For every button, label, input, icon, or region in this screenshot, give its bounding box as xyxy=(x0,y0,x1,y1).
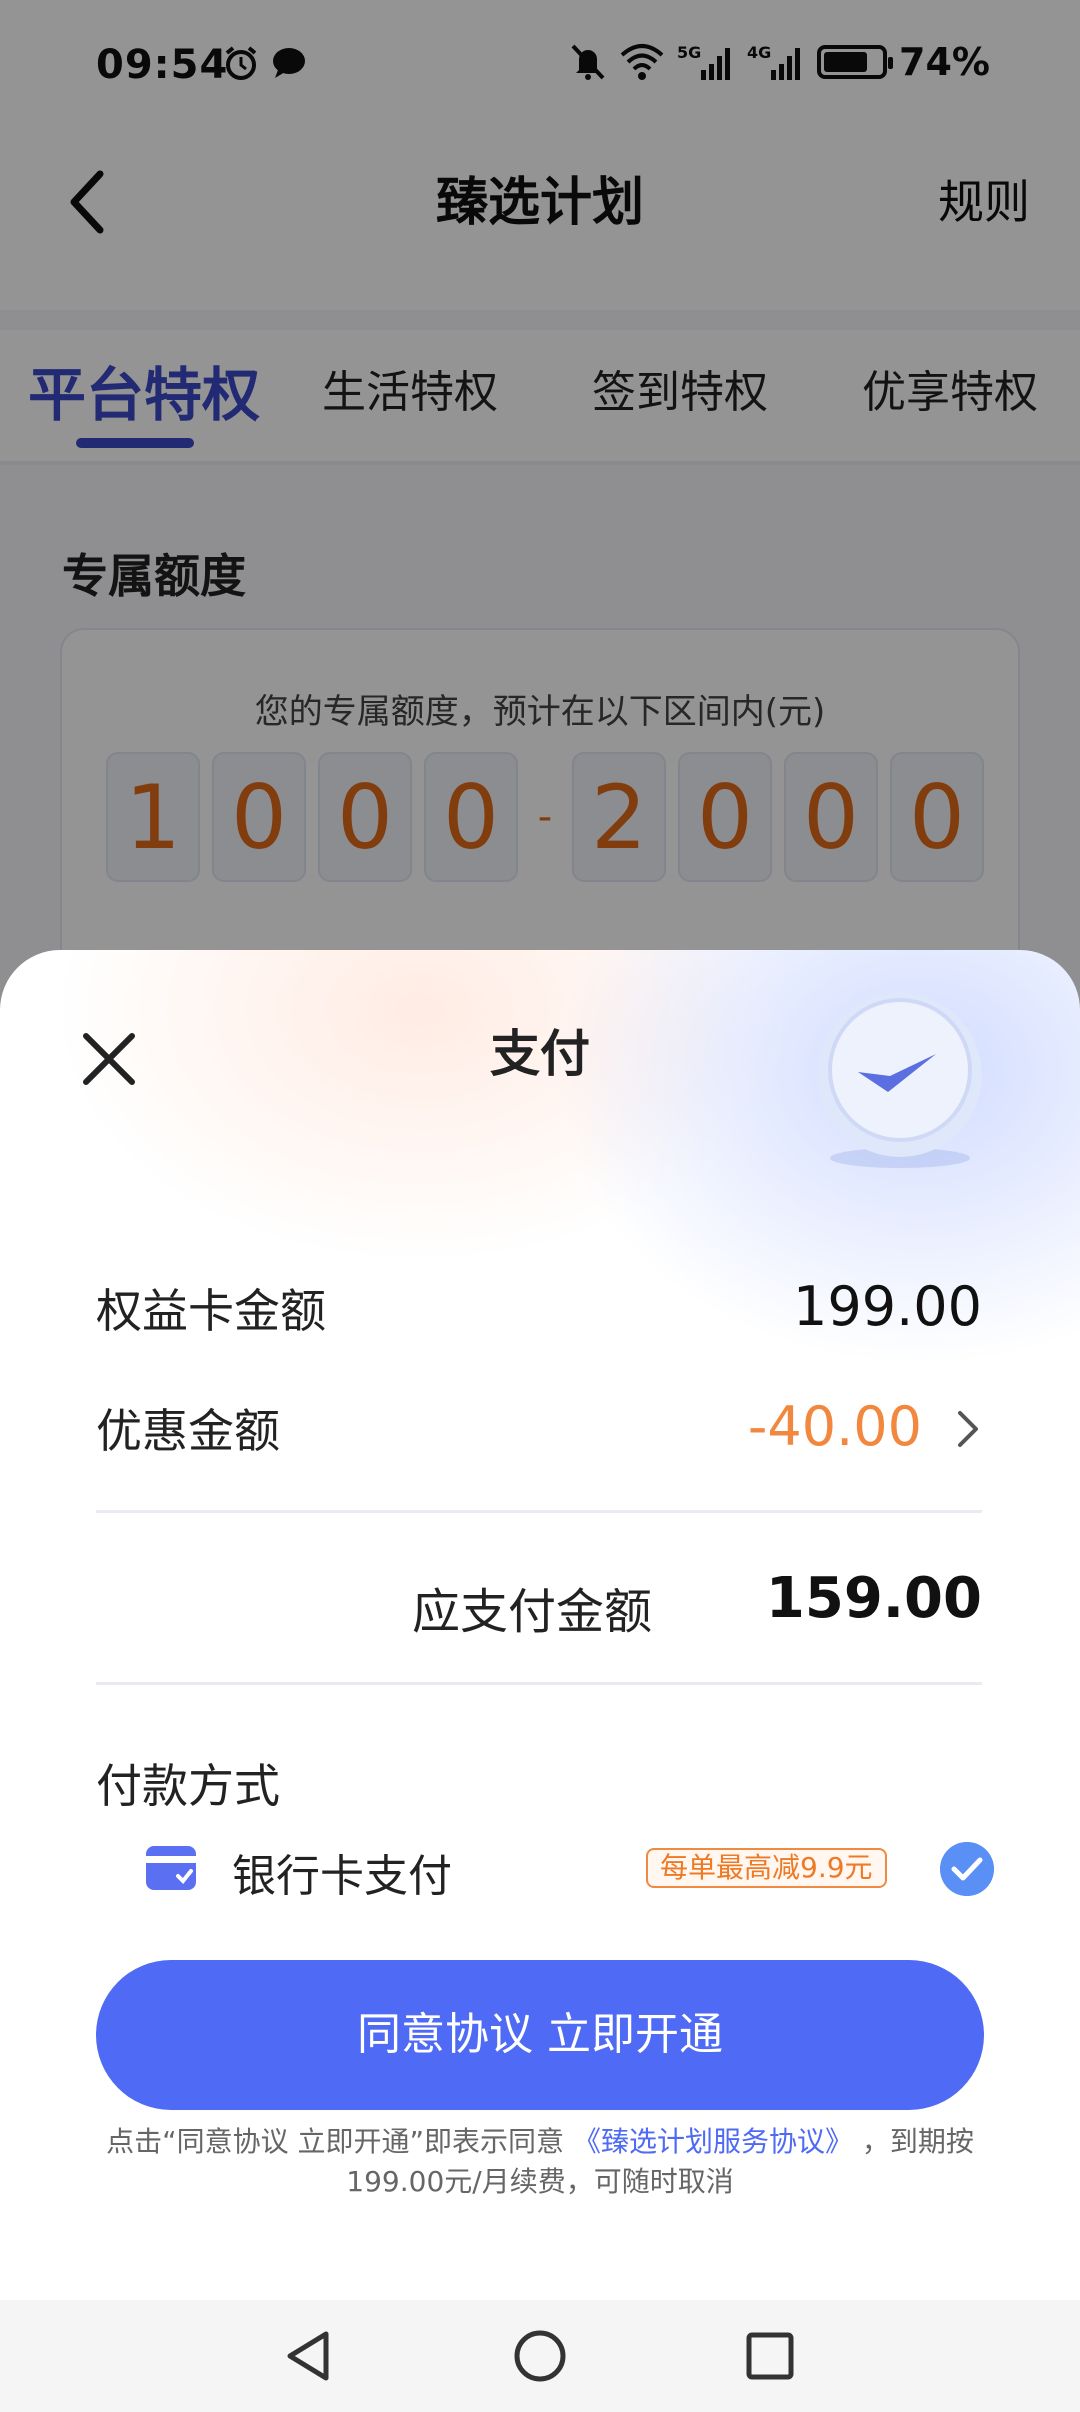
home-circle-icon[interactable] xyxy=(510,2326,570,2386)
bank-card-label[interactable]: 银行卡支付 xyxy=(232,1840,452,1904)
divider xyxy=(96,1510,982,1513)
agreement-prefix: 点击“同意协议 立即开通”即表示同意 xyxy=(106,2125,565,2158)
screen: 09:54 5G 4G 74% 臻选计划 规则 平台特权 生活特权 签到特权 优… xyxy=(0,0,1080,2412)
agree-and-open-button[interactable]: 同意协议 立即开通 xyxy=(96,1960,984,2110)
system-nav-bar xyxy=(0,2300,1080,2412)
total-row: 应支付金额 159.00 xyxy=(96,1566,982,1642)
chevron-right-icon[interactable] xyxy=(954,1409,982,1449)
card-amount-value: 199.00 xyxy=(793,1275,982,1338)
card-amount-row: 权益卡金额 199.00 xyxy=(96,1275,982,1345)
discount-value: -40.00 xyxy=(747,1395,922,1458)
total-value: 159.00 xyxy=(765,1566,982,1631)
check-badge-icon xyxy=(818,993,982,1168)
discount-row[interactable]: 优惠金额 -40.00 xyxy=(96,1395,982,1465)
agreement-link[interactable]: 《臻选计划服务协议》 xyxy=(573,2125,853,2158)
discount-label: 优惠金额 xyxy=(96,1404,280,1458)
total-label: 应支付金额 xyxy=(411,1584,652,1640)
promo-tag: 每单最高减9.9元 xyxy=(646,1848,887,1888)
divider xyxy=(96,1682,982,1685)
bank-card-icon xyxy=(146,1846,196,1890)
agreement-text: 点击“同意协议 立即开通”即表示同意 《臻选计划服务协议》 ，到期按199.00… xyxy=(96,2122,984,2202)
card-amount-label: 权益卡金额 xyxy=(96,1284,326,1338)
back-triangle-icon[interactable] xyxy=(278,2326,338,2386)
selected-check-icon[interactable] xyxy=(940,1842,994,1896)
payment-method-title: 付款方式 xyxy=(96,1759,280,1813)
recents-square-icon[interactable] xyxy=(740,2326,800,2386)
payment-sheet: 支付 权益卡金额 199.00 优惠金额 -40.00 应支付金额 159.00… xyxy=(0,950,1080,2300)
